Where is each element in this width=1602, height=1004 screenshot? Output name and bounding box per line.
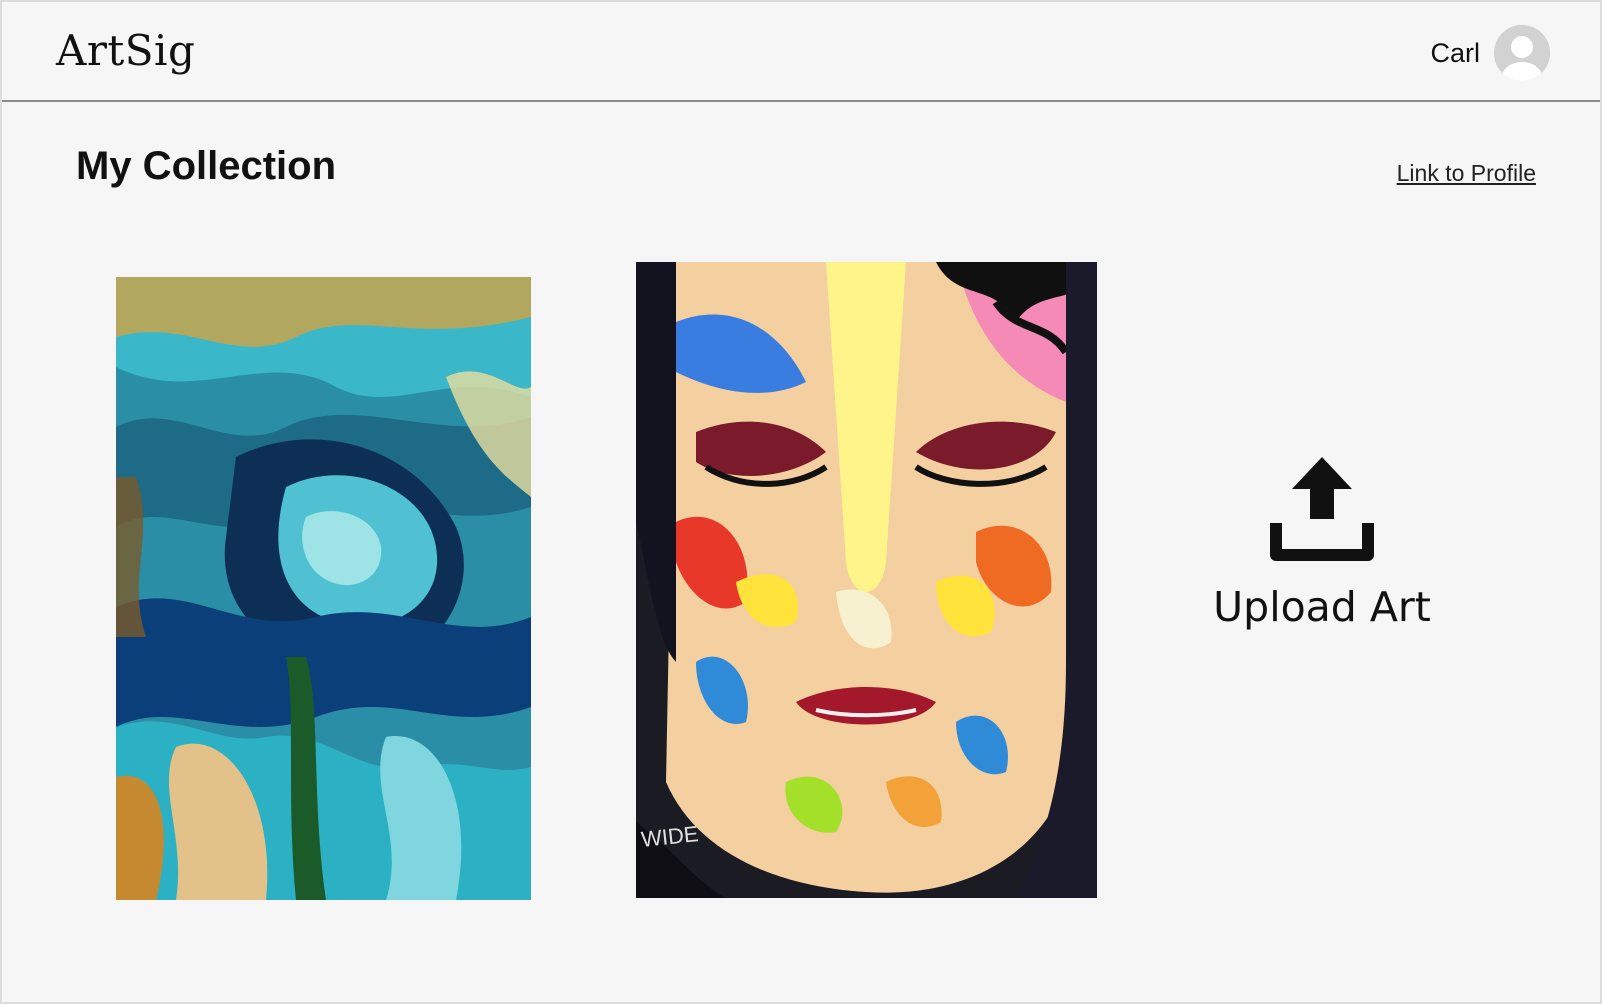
top-bar: ArtSig Carl <box>2 2 1600 102</box>
app-logo[interactable]: ArtSig <box>56 26 195 75</box>
user-avatar-icon[interactable] <box>1494 25 1550 81</box>
link-to-profile[interactable]: Link to Profile <box>1397 160 1536 187</box>
artwork-card-2[interactable]: WIDE <box>636 262 1097 898</box>
upload-art-label: Upload Art <box>1213 583 1431 631</box>
abstract-swirl-face-painting <box>116 277 531 900</box>
upload-icon <box>1270 457 1374 561</box>
upload-art-button[interactable]: Upload Art <box>1202 457 1442 631</box>
user-menu[interactable]: Carl <box>1430 25 1550 81</box>
page-title: My Collection <box>76 144 337 188</box>
colorful-portrait-painting: WIDE <box>636 262 1097 898</box>
artwork-card-1[interactable] <box>116 277 531 900</box>
app-window: ArtSig Carl My Collection Link to Profil… <box>0 0 1602 1004</box>
user-name[interactable]: Carl <box>1430 38 1480 69</box>
